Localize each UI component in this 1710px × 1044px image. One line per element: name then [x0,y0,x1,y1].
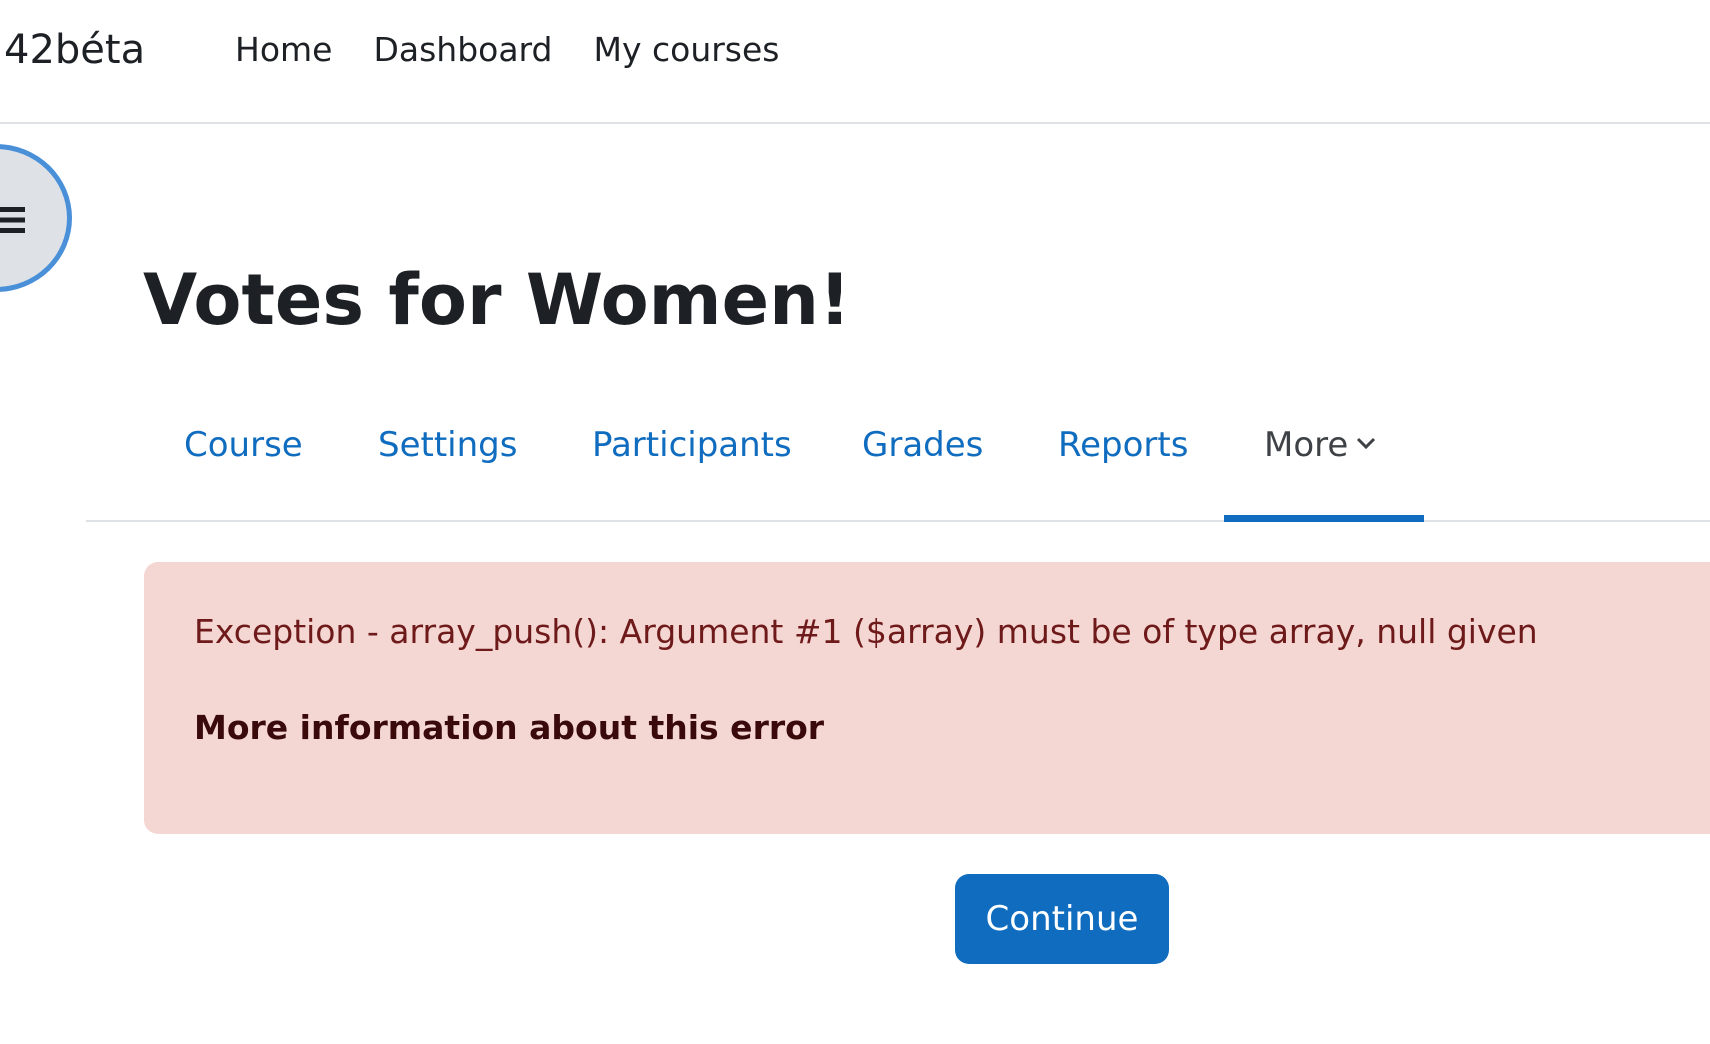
tab-reports[interactable]: Reports [1058,414,1188,476]
list-icon [0,207,25,233]
nav-dashboard-link[interactable]: Dashboard [373,24,552,76]
course-secondary-navigation: Course Settings Participants Grades Repo… [86,400,1710,522]
tab-more[interactable]: More [1264,414,1376,476]
continue-button[interactable]: Continue [955,874,1169,964]
top-navbar: 42béta Home Dashboard My courses [0,0,1710,124]
nav-my-courses-link[interactable]: My courses [594,24,780,76]
error-message: Exception - array_push(): Argument #1 ($… [194,612,1538,651]
active-tab-indicator [1224,515,1424,522]
page-title: Votes for Women! [143,259,851,341]
primary-navigation: Home Dashboard My courses [235,24,780,76]
site-brand[interactable]: 42béta [4,20,145,80]
nav-home-link[interactable]: Home [235,24,332,76]
course-index-drawer-toggle[interactable] [0,144,72,292]
tab-grades[interactable]: Grades [862,414,983,476]
chevron-down-icon [1357,437,1376,450]
more-information-link[interactable]: More information about this error [194,704,824,752]
tab-course[interactable]: Course [184,414,303,476]
tab-settings[interactable]: Settings [378,414,517,476]
tab-more-label: More [1264,425,1349,465]
error-alert: Exception - array_push(): Argument #1 ($… [144,562,1710,834]
tab-participants[interactable]: Participants [592,414,792,476]
